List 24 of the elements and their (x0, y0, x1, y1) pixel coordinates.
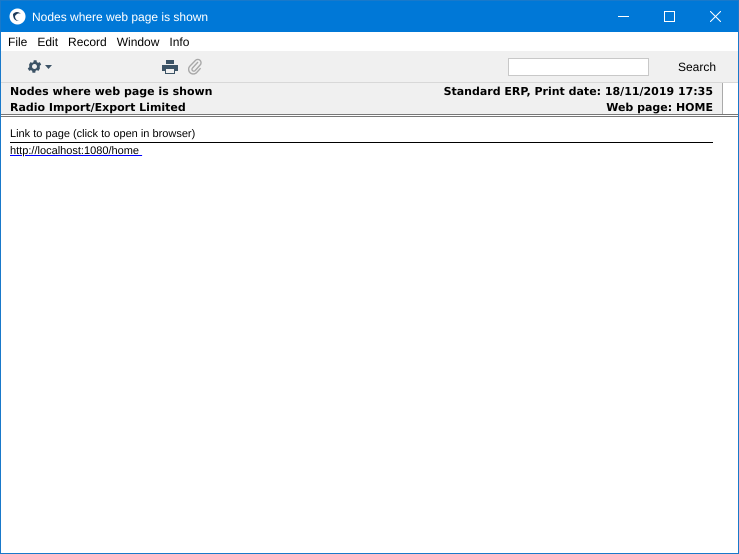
menu-item[interactable]: Window (112, 32, 164, 50)
maximize-icon (664, 11, 674, 22)
gear-icon (26, 58, 43, 75)
caret-icon (45, 64, 52, 68)
report-header-text: Nodes where web page is shown (10, 84, 213, 100)
paperclip-icon (188, 58, 202, 75)
menu-item[interactable]: File (3, 32, 32, 50)
url-link[interactable]: http://localhost:1080/home (10, 145, 142, 157)
attachment-button[interactable] (188, 58, 202, 75)
menu-item[interactable]: Edit (32, 32, 64, 50)
close-icon (710, 11, 720, 22)
report-header-text: Standard ERP, Print date: 18/11/2019 17:35 (444, 84, 713, 100)
menu-item[interactable]: Record (63, 32, 112, 50)
app-logo-icon (9, 8, 26, 25)
report-header-text: Radio Import/Export Limited (10, 100, 187, 116)
settings-button[interactable] (26, 58, 52, 75)
search-button[interactable]: Search (678, 58, 716, 76)
printer-icon (162, 60, 178, 74)
link-label: Link to page (click to open in browser) (10, 127, 713, 143)
menu-item[interactable]: Info (164, 32, 194, 50)
print-button[interactable] (162, 60, 178, 74)
window-title: Nodes where web page is shown (32, 8, 208, 26)
search-field[interactable] (508, 58, 649, 76)
report-header-text: Web page: HOME (606, 100, 713, 116)
